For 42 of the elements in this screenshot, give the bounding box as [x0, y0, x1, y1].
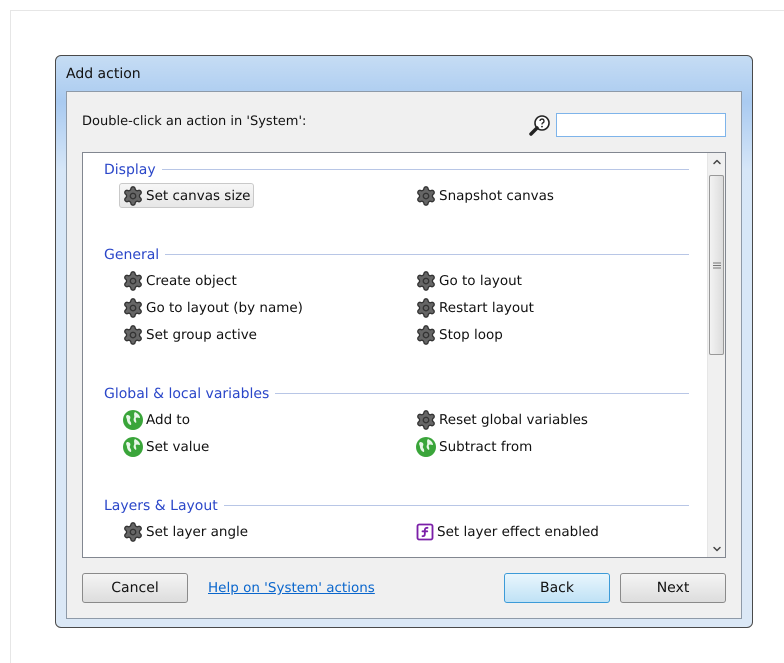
gear-icon [122, 520, 144, 542]
gear-icon [122, 270, 144, 292]
action-item[interactable]: Snapshot canvas [412, 183, 558, 208]
action-item[interactable]: Stop loop [412, 322, 507, 347]
action-item[interactable]: Set layer angle [119, 519, 252, 544]
help-link[interactable]: Help on 'System' actions [208, 580, 375, 596]
next-button[interactable]: Next [620, 573, 726, 603]
globe-icon [122, 436, 144, 458]
gear-icon [415, 324, 437, 346]
instruction-text: Double-click an action in 'System': [82, 114, 306, 128]
action-item[interactable]: Add to [119, 407, 194, 432]
section-heading: Display [104, 162, 156, 178]
action-item[interactable]: Go to layout (by name) [119, 295, 307, 320]
action-item[interactable]: Set layer effect enabled [412, 519, 603, 544]
cancel-button[interactable]: Cancel [82, 573, 188, 603]
gear-icon [122, 184, 144, 206]
action-item[interactable]: Reset global variables [412, 407, 592, 432]
window-title: Add action [66, 64, 142, 84]
gear-icon [415, 408, 437, 430]
gear-icon [415, 184, 437, 206]
action-item[interactable]: Subtract from [412, 434, 536, 459]
scrollbar[interactable] [707, 153, 725, 557]
action-item[interactable]: Set group active [119, 322, 261, 347]
globe-icon [415, 436, 437, 458]
action-item[interactable]: Set value [119, 434, 214, 459]
scrollbar-thumb[interactable] [709, 175, 724, 355]
back-button[interactable]: Back [504, 573, 610, 603]
gear-icon [415, 270, 437, 292]
action-item[interactable]: Set canvas size [119, 183, 254, 208]
globe-icon [122, 408, 144, 430]
function-icon [415, 522, 435, 542]
section-heading: General [104, 246, 160, 262]
search-field[interactable] [556, 113, 726, 137]
gear-icon [122, 296, 144, 318]
action-item[interactable]: Restart layout [412, 295, 538, 320]
action-item[interactable]: Go to layout [412, 268, 526, 293]
search-help-icon [528, 113, 552, 137]
section-heading: Global & local variables [104, 386, 270, 402]
gear-icon [415, 296, 437, 318]
section-heading: Layers & Layout [104, 498, 218, 514]
action-item[interactable]: Create object [119, 268, 241, 293]
gear-icon [122, 324, 144, 346]
